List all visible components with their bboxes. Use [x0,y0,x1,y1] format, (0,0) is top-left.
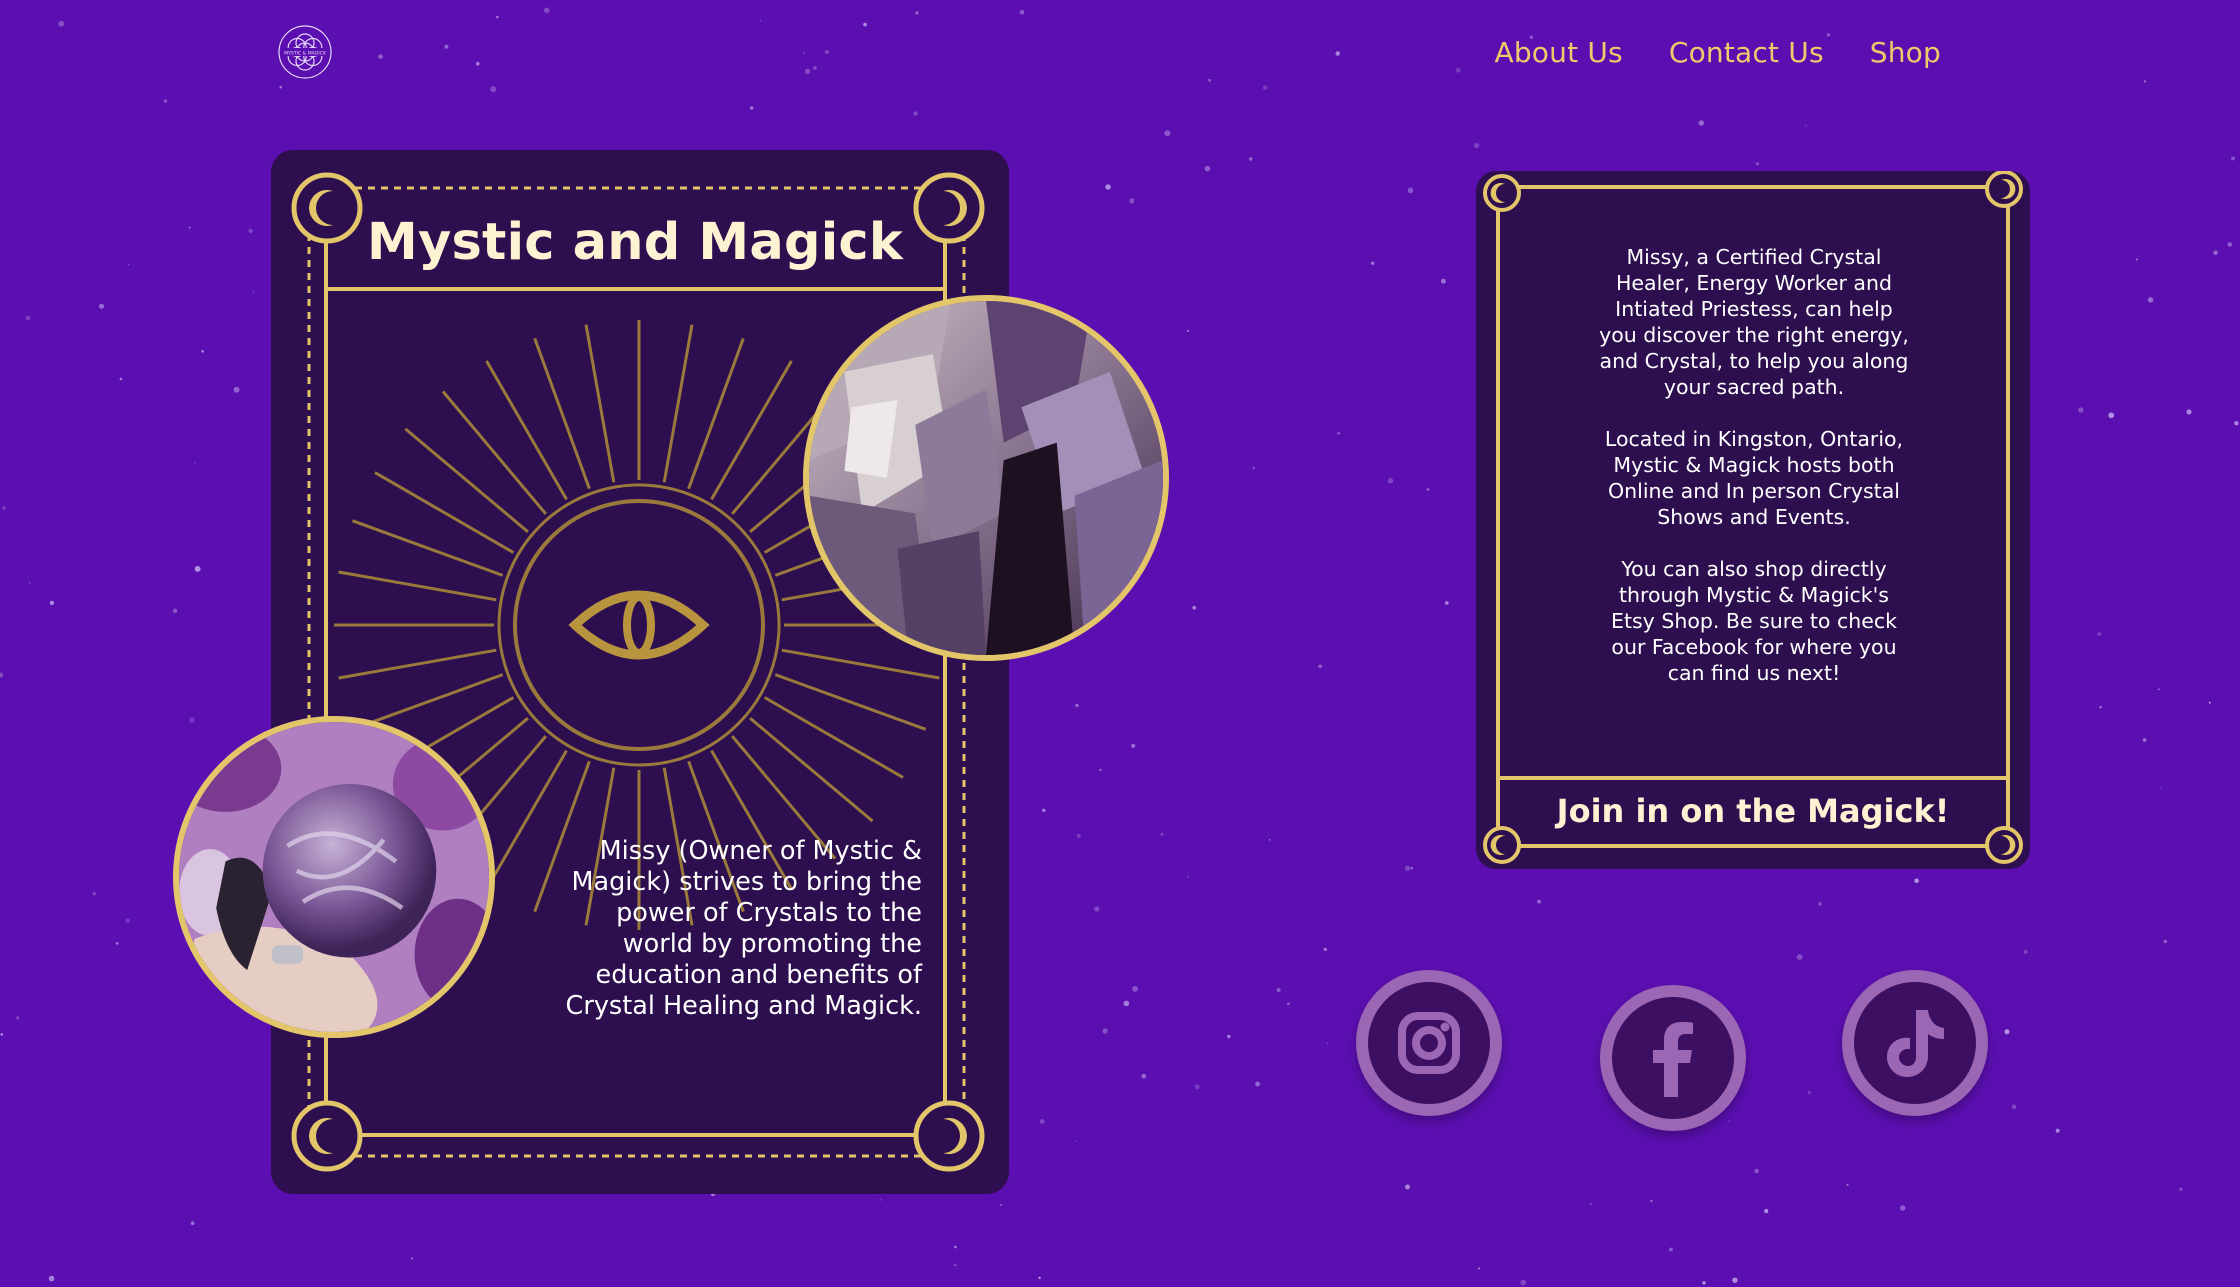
nav-about-us-link[interactable]: About Us [1494,36,1622,76]
facebook-link[interactable] [1600,985,1746,1131]
tarot-card-decoration [291,172,985,1172]
charoite-sphere-photo [173,716,495,1038]
flower-of-life-logo-icon: MYSTIC & MAGICK [278,25,332,79]
about-description: Missy, a Certified Crystal Healer, Energ… [1596,244,1912,712]
about-paragraph-shop: You can also shop directly through Mysti… [1611,557,1897,685]
svg-text:MYSTIC & MAGICK: MYSTIC & MAGICK [284,51,327,57]
about-paragraph-credentials: Missy, a Certified Crystal Healer, Energ… [1599,245,1909,399]
instagram-icon [1398,1012,1460,1074]
instagram-link[interactable] [1356,970,1502,1116]
main-nav: About Us Contact Us Shop [1494,36,1941,76]
nav-shop-link[interactable]: Shop [1870,36,1941,76]
facebook-icon [1653,1022,1693,1097]
site-logo[interactable]: MYSTIC & MAGICK [275,22,335,82]
join-heading: Join in on the Magick! [1556,792,1950,830]
amethyst-geode-photo [803,295,1169,661]
tiktok-link[interactable] [1842,970,1988,1116]
about-paragraph-location: Located in Kingston, Ontario, Mystic & M… [1604,427,1904,529]
mission-statement: Missy (Owner of Mystic & Magick) strives… [565,836,922,1021]
page-title: Mystic and Magick [367,213,903,272]
nav-contact-us-link[interactable]: Contact Us [1669,36,1824,76]
all-seeing-eye-icon [497,483,781,767]
tiktok-icon [1887,1010,1944,1077]
